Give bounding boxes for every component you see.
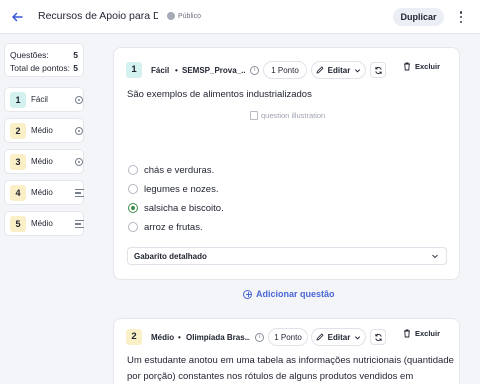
total-points-label: Total de pontos: <box>10 63 71 73</box>
radio-icon <box>75 96 83 104</box>
add-circle-icon <box>243 289 252 299</box>
question-number-chip: 2 <box>126 329 142 345</box>
question-text: São exemplos de alimentos industrializad… <box>127 89 312 100</box>
question-number-chip: 4 <box>10 185 26 201</box>
edit-label: Editar <box>327 332 351 342</box>
privacy-label: Público <box>178 12 201 20</box>
regenerate-button[interactable] <box>370 329 386 345</box>
regenerate-button[interactable] <box>370 62 386 78</box>
text-lines-icon <box>75 189 84 197</box>
back-arrow-icon[interactable] <box>9 9 25 25</box>
sidebar-question-5[interactable]: 5 Médio <box>4 211 84 236</box>
delete-button[interactable]: Excluir <box>403 62 440 71</box>
delete-label: Excluir <box>415 62 441 71</box>
top-bar: Recursos de Apoio para Di... Público Dup… <box>0 0 480 34</box>
sidebar-question-3[interactable]: 3 Médio <box>4 149 84 174</box>
question-difficulty: Médio <box>31 157 53 166</box>
illustration-alt-text: question illustration <box>261 111 326 120</box>
radio-icon <box>75 158 83 166</box>
points-pill[interactable]: 1 Ponto <box>263 61 307 79</box>
refresh-icon <box>374 333 382 341</box>
questions-count-label: Questões: <box>10 50 49 60</box>
broken-image-icon <box>250 111 258 120</box>
answer-option-4[interactable]: arroz e frutas. <box>128 220 203 234</box>
add-question-button[interactable]: Adicionar questão <box>243 289 335 299</box>
question-number-chip: 3 <box>10 154 26 170</box>
info-icon[interactable]: i <box>250 66 259 75</box>
question-difficulty: Fácil <box>31 95 48 104</box>
delete-button[interactable]: Excluir <box>403 329 440 338</box>
assessment-title: Recursos de Apoio para Di... <box>38 10 158 22</box>
question-difficulty: Médio <box>31 219 53 228</box>
question-number-chip: 2 <box>10 123 26 139</box>
chevron-down-icon <box>432 254 438 259</box>
text-lines-icon <box>75 220 84 228</box>
radio-icon <box>75 127 83 135</box>
edit-dropdown-button[interactable]: Editar <box>311 328 366 346</box>
question-text-line-2: por porção) constantes nos rótulos de al… <box>127 371 414 382</box>
question-difficulty: Médio <box>151 333 175 342</box>
question-card-1: 1 Fácil • SEMSP_Prova_... i 1 Ponto Edit… <box>113 47 460 280</box>
total-points-value: 5 <box>73 63 78 73</box>
question-number-chip: 1 <box>10 92 26 108</box>
chevron-down-icon <box>355 68 361 72</box>
sidebar-question-2[interactable]: 2 Médio <box>4 118 84 143</box>
option-text: chás e verduras. <box>144 164 215 176</box>
info-icon[interactable]: i <box>255 333 264 342</box>
pencil-icon <box>316 66 324 74</box>
option-text: salsicha e biscoito. <box>144 202 224 214</box>
option-radio[interactable] <box>128 165 138 175</box>
answer-option-1[interactable]: chás e verduras. <box>128 163 214 177</box>
sidebar-question-1[interactable]: 1 Fácil <box>4 87 84 112</box>
question-difficulty: Médio <box>31 188 53 197</box>
option-radio[interactable] <box>128 184 138 194</box>
questions-count-value: 5 <box>73 50 78 60</box>
detailed-answer-label: Gabarito detalhado <box>134 252 207 261</box>
question-number-chip: 1 <box>126 62 142 78</box>
detailed-answer-accordion[interactable]: Gabarito detalhado <box>127 247 447 265</box>
question-difficulty: Fácil <box>151 66 170 75</box>
answer-option-3[interactable]: salsicha e biscoito. <box>128 201 224 215</box>
question-number-chip: 5 <box>10 216 26 232</box>
points-label: 1 Ponto <box>271 65 299 75</box>
refresh-icon <box>374 66 382 74</box>
pencil-icon <box>316 333 324 341</box>
meta-separator-dot: • <box>178 333 181 342</box>
edit-dropdown-button[interactable]: Editar <box>311 61 366 79</box>
question-difficulty: Médio <box>31 126 53 135</box>
chevron-down-icon <box>355 335 361 339</box>
question-source: Olimpíada Bras... <box>186 333 250 342</box>
privacy-status[interactable]: Público <box>167 12 201 20</box>
question-illustration: question illustration <box>250 111 325 120</box>
trash-icon <box>404 62 410 71</box>
question-source: SEMSP_Prova_... <box>182 66 245 75</box>
answer-option-2[interactable]: legumes e nozes. <box>128 182 218 196</box>
option-text: legumes e nozes. <box>144 183 219 195</box>
option-radio[interactable] <box>128 222 138 232</box>
more-options-icon[interactable] <box>457 9 465 25</box>
option-radio-selected[interactable] <box>128 203 138 213</box>
quiz-summary: Questões: 5 Total de pontos: 5 <box>4 43 84 77</box>
meta-separator-dot: • <box>175 66 178 75</box>
question-text-line-1: Um estudante anotou em uma tabela as inf… <box>127 355 454 366</box>
duplicate-button[interactable]: Duplicar <box>393 8 444 26</box>
total-points-row: Total de pontos: 5 <box>10 63 78 73</box>
sidebar-question-4[interactable]: 4 Médio <box>4 180 84 205</box>
add-question-label: Adicionar questão <box>256 289 335 299</box>
points-pill[interactable]: 1 Ponto <box>268 328 308 346</box>
question-card-2: 2 Médio • Olimpíada Bras... i 1 Ponto Ed… <box>113 318 460 384</box>
option-text: arroz e frutas. <box>144 221 203 233</box>
delete-label: Excluir <box>415 329 441 338</box>
points-label: 1 Ponto <box>274 332 302 342</box>
globe-icon <box>167 12 175 20</box>
questions-count-row: Questões: 5 <box>10 50 78 60</box>
edit-label: Editar <box>327 65 351 75</box>
trash-icon <box>404 329 410 338</box>
